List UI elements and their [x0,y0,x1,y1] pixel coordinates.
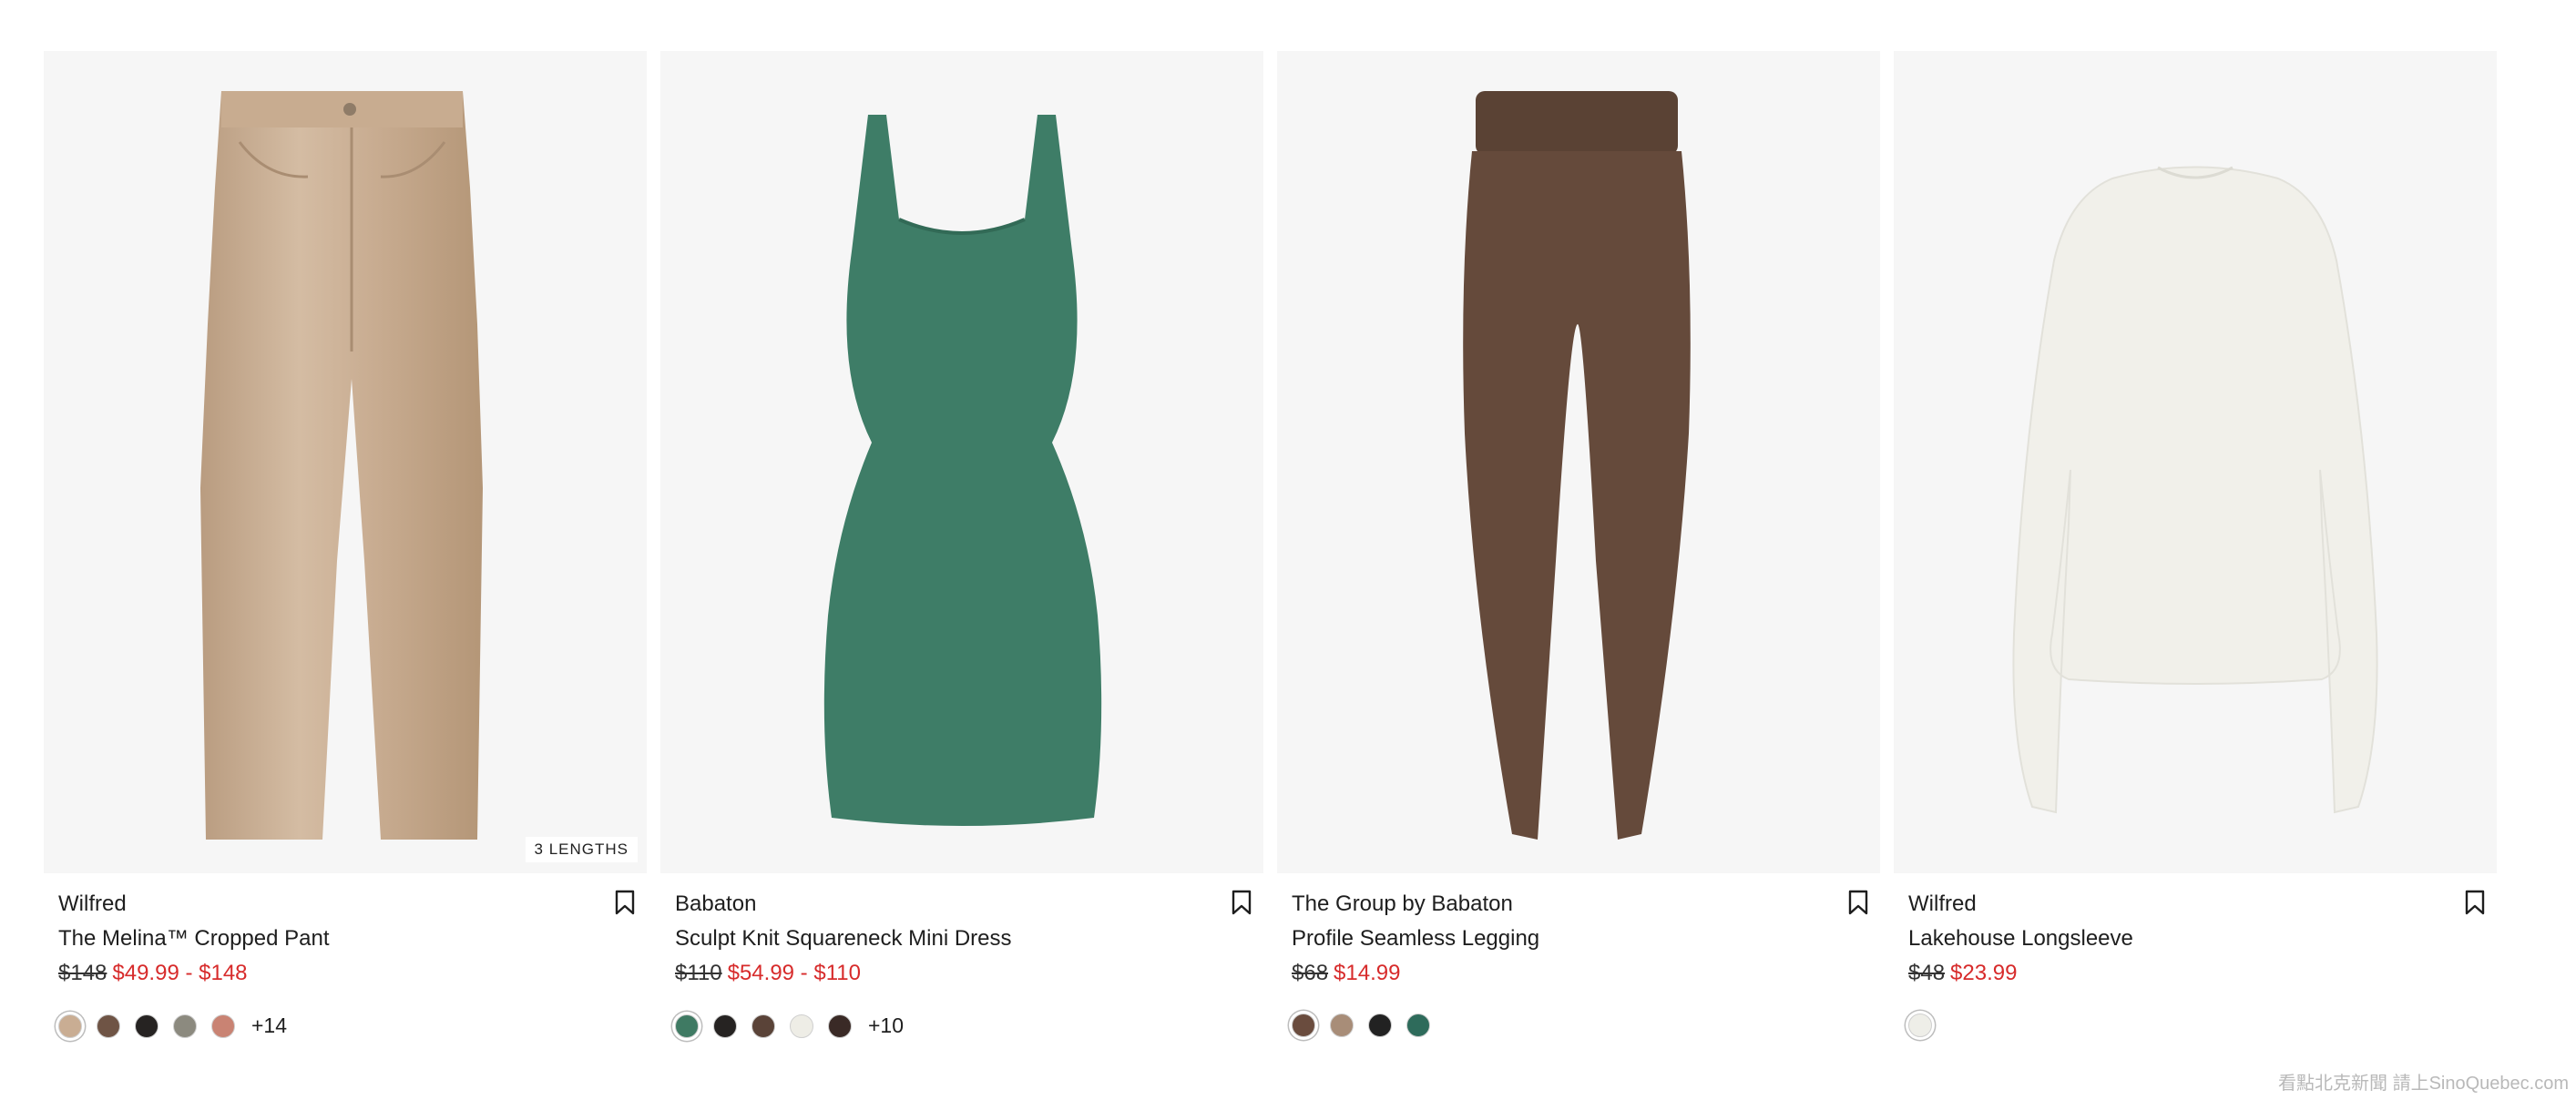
product-image[interactable] [1894,51,2497,873]
color-swatch[interactable] [828,1013,852,1038]
mini-dress-image [823,115,1102,826]
product-name[interactable]: Profile Seamless Legging [1292,926,1539,952]
color-swatch[interactable] [1368,1013,1392,1037]
product-card[interactable]: Wilfred Lakehouse Longsleeve $48 $23.99 [1894,51,2497,1100]
product-card[interactable]: The Group by Babaton Profile Seamless Le… [1277,51,1880,1100]
color-swatch[interactable] [1406,1013,1430,1037]
product-image[interactable] [660,51,1263,873]
color-swatches [1292,1013,1430,1037]
sale-price: $54.99 - $110 [727,961,861,985]
longsleeve-image [2012,166,2378,814]
color-swatch[interactable] [790,1013,813,1038]
color-swatch[interactable] [97,1013,120,1038]
color-swatches: +10 [675,1013,904,1038]
product-info: Wilfred Lakehouse Longsleeve $48 $23.99 [1894,873,2497,1100]
color-swatch[interactable] [135,1013,158,1038]
sale-price: $23.99 [1950,961,2018,985]
product-grid: 3 LENGTHS Wilfred The Melina™ Cropped Pa… [44,51,2497,1100]
product-card[interactable]: 3 LENGTHS Wilfred The Melina™ Cropped Pa… [44,51,647,1100]
product-price: $148 $49.99 - $148 [58,961,248,986]
product-name[interactable]: The Melina™ Cropped Pant [58,926,330,952]
lengths-tag: 3 LENGTHS [525,837,638,862]
bookmark-icon[interactable] [2464,890,2486,915]
original-price: $68 [1292,961,1329,985]
color-swatch[interactable] [1292,1013,1315,1037]
color-swatch[interactable] [751,1013,775,1038]
sale-price: $14.99 [1334,961,1401,985]
color-swatch[interactable] [211,1013,235,1038]
product-info: Wilfred The Melina™ Cropped Pant $148 $49… [44,873,647,1100]
bookmark-icon[interactable] [1231,890,1252,915]
color-swatch[interactable] [675,1013,699,1038]
cropped-pant-image [200,91,483,840]
more-colors-link[interactable]: +14 [251,1013,287,1038]
product-price: $110 $54.99 - $110 [675,961,861,986]
bookmark-icon[interactable] [614,890,636,915]
original-price: $148 [58,961,107,985]
product-info: Babaton Sculpt Knit Squareneck Mini Dres… [660,873,1263,1100]
color-swatches [1908,1013,1932,1037]
product-brand[interactable]: Babaton [675,891,756,917]
product-brand[interactable]: The Group by Babaton [1292,891,1513,917]
color-swatches: +14 [58,1013,287,1038]
legging-image [1463,91,1691,840]
color-swatch[interactable] [58,1013,82,1038]
product-name[interactable]: Sculpt Knit Squareneck Mini Dress [675,926,1012,952]
sale-price: $49.99 - $148 [112,961,248,985]
product-brand[interactable]: Wilfred [1908,891,1977,917]
product-brand[interactable]: Wilfred [58,891,127,917]
original-price: $48 [1908,961,1946,985]
color-swatch[interactable] [1330,1013,1354,1037]
product-card[interactable]: Babaton Sculpt Knit Squareneck Mini Dres… [660,51,1263,1100]
product-image[interactable] [1277,51,1880,873]
product-price: $68 $14.99 [1292,961,1400,986]
color-swatch[interactable] [173,1013,197,1038]
original-price: $110 [675,961,722,985]
color-swatch[interactable] [1908,1013,1932,1037]
product-image[interactable]: 3 LENGTHS [44,51,647,873]
watermark: 看點北克新聞 請上SinoQuebec.com [2278,1074,2569,1094]
more-colors-link[interactable]: +10 [868,1013,904,1038]
color-swatch[interactable] [713,1013,737,1038]
bookmark-icon[interactable] [1847,890,1869,915]
product-info: The Group by Babaton Profile Seamless Le… [1277,873,1880,1100]
product-name[interactable]: Lakehouse Longsleeve [1908,926,2133,952]
product-price: $48 $23.99 [1908,961,2017,986]
